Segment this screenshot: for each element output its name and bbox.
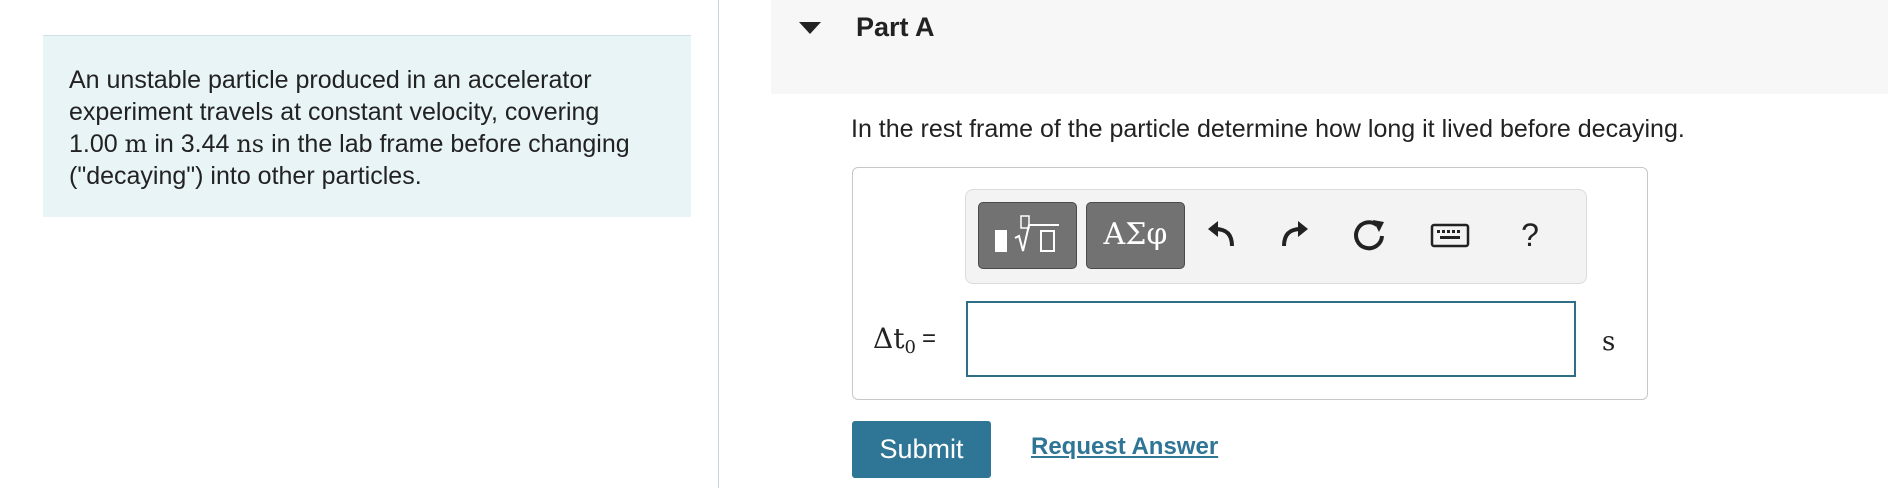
- part-header[interactable]: Part A: [771, 0, 1888, 94]
- redo-icon[interactable]: [1270, 210, 1314, 260]
- distance-unit: m: [124, 130, 148, 158]
- column-divider: [718, 0, 719, 488]
- templates-button[interactable]: [978, 202, 1077, 269]
- problem-text: An unstable particle produced in an acce…: [69, 64, 669, 192]
- request-answer-link[interactable]: Request Answer: [1031, 433, 1218, 461]
- symbols-button[interactable]: ΑΣφ: [1086, 202, 1185, 269]
- problem-line-2: experiment travels at constant velocity,…: [69, 98, 600, 126]
- equals-sign: =: [921, 325, 936, 352]
- templates-icon: [995, 215, 1059, 252]
- time-unit: ns: [236, 130, 265, 158]
- math-toolbar: ΑΣφ ?: [965, 189, 1587, 284]
- reset-icon[interactable]: [1347, 210, 1391, 260]
- answer-input[interactable]: [966, 301, 1576, 377]
- distance-value: 1.00: [69, 130, 118, 158]
- problem-line-1: An unstable particle produced in an acce…: [69, 66, 592, 94]
- problem-line-3-mid: in 3.44: [147, 130, 237, 158]
- submit-button[interactable]: Submit: [852, 421, 991, 478]
- undo-icon[interactable]: [1202, 210, 1246, 260]
- question-text: In the rest frame of the particle determ…: [851, 115, 1685, 143]
- problem-statement-box: An unstable particle produced in an acce…: [43, 35, 691, 217]
- caret-down-icon[interactable]: [799, 22, 821, 34]
- help-icon[interactable]: ?: [1508, 210, 1552, 260]
- problem-line-4: ("decaying") into other particles.: [69, 162, 422, 190]
- answer-box: ΑΣφ ? Δt0 = s: [852, 167, 1648, 400]
- variable-symbol: Δt: [873, 322, 905, 355]
- problem-line-3-end: in the lab frame before changing: [264, 130, 630, 158]
- part-title: Part A: [856, 12, 935, 42]
- keyboard-icon[interactable]: [1428, 210, 1472, 260]
- answer-unit: s: [1602, 327, 1616, 357]
- variable-subscript: 0: [904, 337, 916, 358]
- answer-variable-label: Δt0 =: [873, 322, 936, 358]
